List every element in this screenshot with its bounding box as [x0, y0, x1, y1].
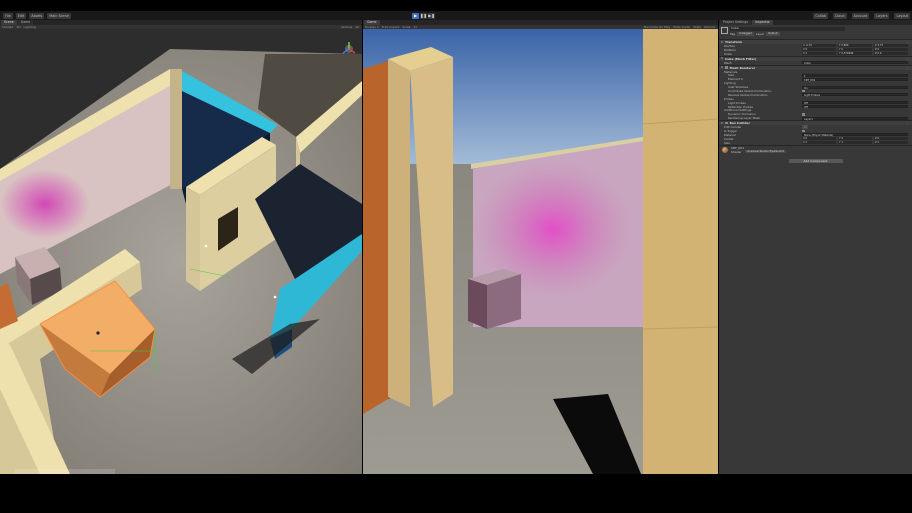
tag-dropdown[interactable]: Untagged	[737, 32, 754, 36]
cloud-button[interactable]: Cloud	[832, 12, 847, 19]
component-menu-icon[interactable]: ⋮	[906, 57, 909, 61]
rotation-y-field[interactable]: Y 0	[838, 48, 872, 52]
component-menu-icon[interactable]: ⋮	[906, 66, 909, 70]
toolbar-right: Collab Cloud Account Layers Layout	[810, 12, 910, 19]
size-x-field[interactable]: X 1	[802, 141, 836, 145]
rotation-z-field[interactable]: Z 0	[874, 48, 908, 52]
scene-render	[0, 29, 362, 474]
fold-arrow-icon[interactable]: ▼	[721, 41, 723, 44]
light-probes-dropdown[interactable]: Off	[802, 101, 908, 105]
scale-x-field[interactable]: X 1	[802, 52, 836, 56]
position-z-field[interactable]: Z 3.37	[874, 44, 908, 48]
center-z-field[interactable]: Z 0	[874, 137, 908, 141]
size-y-field[interactable]: Y 1	[838, 141, 872, 145]
component-menu-icon[interactable]: ⋮	[906, 40, 909, 44]
point-light-glow	[0, 169, 90, 239]
scene-view-panel: Scene Game Shaded 2D Lighting Gizmos All	[0, 20, 362, 474]
game-viewport[interactable]	[363, 29, 718, 474]
materials-size-field[interactable]: 1	[802, 73, 908, 78]
is-trigger-checkbox[interactable]	[802, 129, 805, 133]
layer-label: Layer	[755, 32, 765, 36]
object-name-field[interactable]: Cube	[730, 26, 845, 31]
main-toolbar: File Edit Assets Main Scene ▶ ❚❚ ▶❚ Coll…	[0, 11, 912, 20]
layout-dropdown[interactable]: Layout	[894, 12, 910, 19]
scene-viewport[interactable]	[0, 29, 362, 474]
reflection-probes-dropdown[interactable]: Off	[802, 105, 908, 109]
position-x-field[interactable]: X -0.76	[802, 44, 836, 48]
shader-label: Shader	[731, 150, 742, 155]
tab-inspector[interactable]: Inspector	[752, 20, 773, 25]
dynamic-occlusion-checkbox[interactable]	[802, 113, 805, 116]
box-collider-enabled-checkbox[interactable]	[725, 121, 728, 125]
right-near-wall	[643, 29, 718, 474]
cube-icon	[721, 27, 728, 34]
material-section[interactable]: CRT_001 Shader Universal Render Pipeline…	[719, 144, 912, 155]
add-component-button[interactable]: Add Component	[788, 158, 843, 164]
rotation-x-field[interactable]: X 0	[802, 48, 836, 52]
center-x-field[interactable]: X 0	[802, 137, 836, 141]
shader-dropdown[interactable]: Universal Render Pipeline/Lit	[744, 150, 786, 154]
account-button[interactable]: Account	[851, 12, 870, 19]
receive-gi-dropdown[interactable]: Light Probes	[802, 93, 908, 97]
play-icon[interactable]: ▶	[412, 12, 419, 19]
collider-material-field[interactable]: None (Physic Material)	[802, 133, 908, 137]
file-menu-button[interactable]: File	[3, 12, 13, 19]
gameobject-header: Cube Tag Untagged Layer Default	[719, 25, 912, 39]
step-icon[interactable]: ▶❚	[428, 12, 435, 19]
pause-icon[interactable]: ❚❚	[420, 12, 427, 19]
collider-size-row: Size X 1 Y 1 Z 1	[719, 141, 912, 145]
scale-row: Scale X 1 Y 0.579999 Z 0.6	[719, 52, 912, 56]
rendering-layer-dropdown[interactable]: Layer1	[802, 116, 908, 121]
inspector-panel: Project Settings Inspector Cube Tag Unta…	[719, 20, 912, 474]
mesh-field[interactable]: Cube	[802, 61, 908, 65]
fold-arrow-icon[interactable]: ▼	[721, 57, 723, 60]
component-menu-icon[interactable]: ⋮	[906, 121, 909, 125]
center-y-field[interactable]: Y 0	[838, 137, 872, 141]
collab-button[interactable]: Collab	[813, 12, 828, 19]
size-z-field[interactable]: Z 1	[874, 141, 908, 145]
assets-menu-button[interactable]: Assets	[29, 12, 45, 19]
mesh-row: Mesh Cube	[719, 61, 912, 65]
material-preview-icon	[722, 147, 728, 154]
scene-name-label: Main Scene	[47, 12, 71, 19]
game-view-panel: Game Display 1 Free Aspect Scale 1x Maxi…	[363, 20, 718, 474]
layer-dropdown[interactable]: Default	[766, 32, 780, 36]
position-y-field[interactable]: Y 0.866	[838, 44, 872, 48]
fold-arrow-icon[interactable]: ▼	[721, 66, 723, 69]
edit-collider-button[interactable]: ▢	[802, 125, 809, 129]
play-controls: ▶ ❚❚ ▶❚	[412, 12, 435, 19]
layers-dropdown[interactable]: Layers	[874, 12, 890, 19]
contribute-gi-checkbox[interactable]	[802, 89, 805, 93]
rendering-layer-row: Rendering Layer Mask Layer1	[719, 116, 912, 121]
cast-shadows-dropdown[interactable]: On	[802, 85, 908, 90]
scale-y-field[interactable]: Y 0.579999	[838, 52, 872, 56]
mesh-renderer-enabled-checkbox[interactable]	[725, 66, 728, 69]
scale-z-field[interactable]: Z 0.6	[874, 52, 908, 56]
material-element-field[interactable]: CRT_001	[802, 77, 908, 82]
edit-menu-button[interactable]: Edit	[15, 12, 27, 19]
left-orange-wall	[363, 61, 388, 414]
game-render	[363, 29, 718, 474]
tag-label: Tag	[730, 32, 736, 36]
tab-project-settings[interactable]: Project Settings	[720, 20, 751, 25]
fold-arrow-icon[interactable]: ▼	[721, 122, 723, 125]
